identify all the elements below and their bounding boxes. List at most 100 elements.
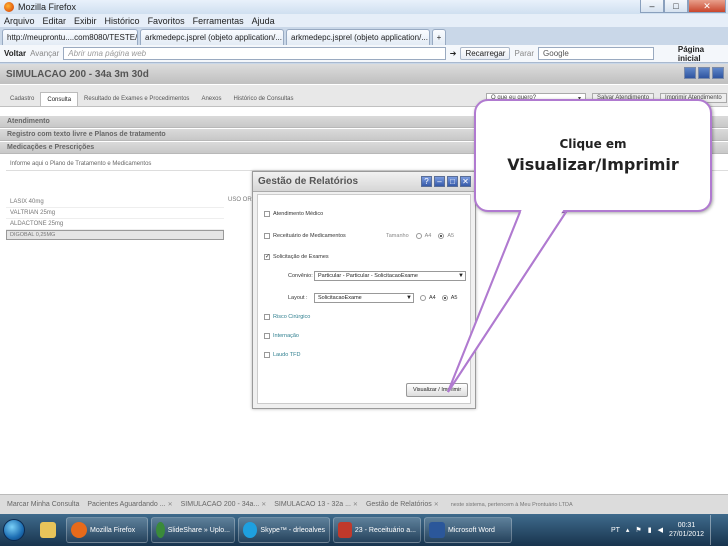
close-panel-icon[interactable] — [712, 67, 724, 79]
menu-favoritos[interactable]: Favoritos — [148, 16, 185, 26]
option-laudo[interactable]: Laudo TFD — [264, 352, 300, 358]
tab-anexos[interactable]: Anexos — [195, 92, 227, 106]
maximize-icon[interactable]: □ — [447, 176, 458, 187]
maximize-icon[interactable]: □ — [664, 0, 688, 13]
a4-label: A4 — [429, 295, 436, 301]
minimize-icon[interactable]: – — [640, 0, 664, 13]
url-input[interactable]: Abrir uma página web — [63, 47, 446, 60]
show-desktop-button[interactable] — [710, 515, 720, 545]
bottom-tab[interactable]: Marcar Minha Consulta — [4, 498, 82, 512]
option-atendimento[interactable]: Atendimento Médico — [264, 211, 323, 217]
list-item[interactable]: ALDACTONE 25mg — [6, 219, 224, 230]
option-internacao[interactable]: Internação — [264, 333, 299, 339]
folder-icon[interactable] — [33, 517, 63, 543]
clock[interactable]: 00:31 27/01/2012 — [669, 521, 704, 539]
window-title: Mozilla Firefox — [18, 2, 77, 12]
checkbox-checked[interactable]: ✓ — [264, 254, 270, 260]
menu-historico[interactable]: Histórico — [105, 16, 140, 26]
minimize-icon[interactable]: – — [434, 176, 445, 187]
bottom-tab[interactable]: Pacientes Aguardando ... ✕ — [84, 498, 175, 512]
navigation-bar: Voltar Avançar Abrir uma página web ➔ Re… — [0, 45, 728, 63]
volume-icon[interactable]: ◀ — [658, 526, 663, 534]
stop-button[interactable]: Parar — [514, 49, 534, 58]
checkbox[interactable] — [264, 352, 270, 358]
taskbar-powerpoint[interactable]: 23 - Receituário a... — [333, 517, 421, 543]
tray-arrow-icon[interactable]: ▴ — [626, 526, 630, 534]
chrome-icon — [156, 522, 165, 538]
menu-editar[interactable]: Editar — [43, 16, 67, 26]
list-item[interactable]: VALTRIAN 25mg — [6, 208, 224, 219]
bottom-tab[interactable]: Gestão de Relatórios ✕ — [363, 498, 442, 512]
visualizar-imprimir-button[interactable]: Visualizar / Imprimir — [406, 383, 469, 397]
minimize-panel-icon[interactable] — [684, 67, 696, 79]
browser-tab[interactable]: arkmedepc.jsprel (objeto application/...… — [286, 29, 430, 45]
option-label: Risco Cirúrgico — [273, 314, 311, 320]
callout-line2: Visualizar/Imprimir — [507, 155, 679, 174]
tab-consulta[interactable]: Consulta — [40, 92, 79, 106]
bottom-tab[interactable]: SIMULACAO 13 - 32a ... ✕ — [271, 498, 361, 512]
window-controls: – □ ✕ — [640, 0, 726, 13]
maximize-panel-icon[interactable] — [698, 67, 710, 79]
forward-button[interactable]: Avançar — [30, 49, 59, 58]
start-orb-icon[interactable] — [3, 519, 25, 541]
flag-icon[interactable]: ⚑ — [635, 526, 641, 534]
taskbar-chrome[interactable]: SlideShare » Uplo... — [151, 517, 235, 543]
option-risco[interactable]: Risco Cirúrgico — [264, 314, 310, 320]
tab-cadastro[interactable]: Cadastro — [4, 92, 40, 106]
list-item[interactable]: LASIX 40mg — [6, 197, 224, 208]
convenio-select[interactable]: Particular - Particular - SolicitacaoExa… — [314, 271, 466, 281]
bottom-tab-label: Marcar Minha Consulta — [7, 501, 80, 508]
app-window-icons — [684, 67, 724, 79]
search-input[interactable]: Google — [538, 47, 654, 60]
menu-ajuda[interactable]: Ajuda — [252, 16, 275, 26]
new-tab-button[interactable]: + — [432, 29, 446, 45]
tab-historico[interactable]: Histórico de Consultas — [227, 92, 299, 106]
skype-icon — [243, 522, 258, 538]
browser-tab[interactable]: arkmedepc.jsprel (objeto application/...… — [140, 29, 284, 45]
list-item[interactable]: DIGOBAL 0,25MG — [6, 230, 224, 240]
radio-a5[interactable] — [441, 295, 448, 301]
taskbar-label: SlideShare » Uplo... — [167, 526, 230, 534]
taskbar-word[interactable]: Microsoft Word — [424, 517, 512, 543]
close-icon[interactable]: ✕ — [261, 501, 266, 508]
close-icon[interactable]: ✕ — [460, 176, 471, 187]
option-receituario[interactable]: Receituário de Medicamentos — [264, 233, 346, 239]
menu-exibir[interactable]: Exibir — [74, 16, 97, 26]
reload-button[interactable]: Recarregar — [460, 47, 511, 60]
layout-select[interactable]: SolicitacaoExame ▼ — [314, 293, 414, 303]
tab-label: arkmedepc.jsprel (objeto application/... — [145, 33, 282, 42]
layout-label: Layout : — [288, 295, 308, 301]
radio-a4[interactable] — [415, 233, 422, 239]
taskbar-firefox[interactable]: Mozilla Firefox — [66, 517, 148, 543]
bottom-tab[interactable]: SIMULACAO 200 - 34a... ✕ — [178, 498, 270, 512]
back-button[interactable]: Voltar — [4, 49, 26, 58]
app-bottom-tabs: Marcar Minha Consulta Pacientes Aguardan… — [0, 494, 728, 514]
menu-arquivo[interactable]: Arquivo — [4, 16, 35, 26]
network-icon[interactable]: ▮ — [648, 526, 652, 534]
home-button[interactable]: Página inicial — [678, 45, 728, 63]
system-tray: PT ▴ ⚑ ▮ ◀ 00:31 27/01/2012 — [611, 514, 728, 546]
radio-a4[interactable] — [420, 295, 426, 301]
option-solicitacao[interactable]: ✓ Solicitação de Exames — [264, 254, 329, 260]
browser-tab[interactable]: http://meuprontu....com8080/TESTE/#✕ — [2, 29, 138, 45]
checkbox[interactable] — [264, 211, 270, 217]
checkbox[interactable] — [264, 333, 270, 339]
go-arrow-icon[interactable]: ➔ — [450, 49, 457, 58]
language-indicator[interactable]: PT — [611, 527, 620, 534]
checkbox[interactable] — [264, 233, 270, 239]
radio-a5[interactable] — [438, 233, 445, 239]
close-icon[interactable]: ✕ — [434, 501, 439, 508]
bottom-tab-label: Pacientes Aguardando ... — [87, 501, 166, 508]
taskbar-skype[interactable]: Skype™ - drleoalves — [238, 517, 330, 543]
close-icon[interactable]: ✕ — [168, 501, 173, 508]
close-icon[interactable]: ✕ — [688, 0, 726, 13]
checkbox[interactable] — [264, 314, 270, 320]
clock-date: 27/01/2012 — [668, 531, 704, 538]
browser-tab-bar: http://meuprontu....com8080/TESTE/#✕ ark… — [0, 27, 728, 45]
tab-resultados[interactable]: Resultado de Exames e Procedimentos — [78, 92, 195, 106]
help-icon[interactable]: ? — [421, 176, 432, 187]
bottom-tab-label: Gestão de Relatórios — [365, 501, 432, 508]
option-label: Solicitação de Exames — [273, 254, 329, 260]
menu-ferramentas[interactable]: Ferramentas — [193, 16, 244, 26]
close-icon[interactable]: ✕ — [353, 501, 358, 508]
